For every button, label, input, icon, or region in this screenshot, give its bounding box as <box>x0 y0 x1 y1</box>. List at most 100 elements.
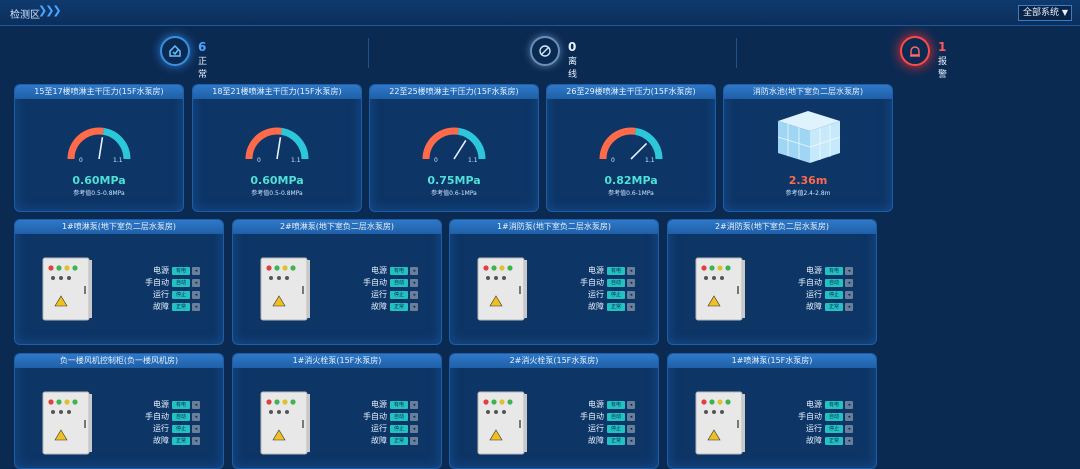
control-cabinet-icon <box>476 390 528 456</box>
status-extra-icon: ◂ <box>410 401 418 409</box>
status-value-badge: 正常 <box>607 303 625 311</box>
status-label: 电源 <box>806 266 822 275</box>
status-label: 故障 <box>806 436 822 445</box>
status-label: 运行 <box>806 290 822 299</box>
control-cabinet-card[interactable]: 1#消火栓泵(15F水泵房) 电源 有电 ◂ 手自动 自动 ◂ 运行 停止 ◂ 故障 <box>232 353 442 469</box>
stat-normal-count: 6 <box>198 40 207 54</box>
gauge-ref: 参考值0.5-0.8MPa <box>73 190 125 197</box>
offline-icon <box>530 36 560 66</box>
control-cabinet-icon <box>476 256 528 322</box>
status-value-badge: 有电 <box>607 401 625 409</box>
status-value-badge: 正常 <box>172 303 190 311</box>
status-extra-icon: ◂ <box>845 291 853 299</box>
gauge-arc-high <box>634 127 663 160</box>
gauge-value: 0.60MPa <box>72 174 126 187</box>
tank-ref: 参考值2.4-2.8m <box>785 190 831 197</box>
card-title: 22至25楼喷淋主干压力(15F水泵房) <box>370 85 538 99</box>
control-cabinet-card[interactable]: 2#消火栓泵(15F水泵房) 电源 有电 ◂ 手自动 自动 ◂ 运行 停止 ◂ 故障 <box>449 353 659 469</box>
control-cabinet-card[interactable]: 1#喷淋泵(地下室负二层水泵房) 电源 有电 ◂ 手自动 自动 ◂ 运行 停止 ◂ 故… <box>14 219 224 345</box>
gauge-arc-low <box>422 127 459 160</box>
gauge-value: 0.75MPa <box>427 174 481 187</box>
status-label: 手自动 <box>580 278 604 287</box>
tank-card[interactable]: 消防水池(地下室负二层水泵房) 2.36m 参考值2.4-2.8m <box>723 84 893 212</box>
status-value-badge: 自动 <box>172 413 190 421</box>
control-cabinet-card[interactable]: 2#喷淋泵(地下室负二层水泵房) 电源 有电 ◂ 手自动 自动 ◂ 运行 停止 ◂ 故… <box>232 219 442 345</box>
gauge-ref: 参考值0.6-1MPa <box>608 190 654 197</box>
stat-offline-label: 离线 <box>568 57 578 80</box>
status-extra-icon: ◂ <box>627 437 635 445</box>
gauge-max-label: 1.1 <box>291 157 301 164</box>
top-bar: 检测区 ❯❯❯ 全部系统 ▼ <box>0 0 1080 26</box>
gauge-max-label: 1.1 <box>113 157 123 164</box>
status-extra-icon: ◂ <box>627 401 635 409</box>
stat-alarm-label: 报警 <box>938 57 948 80</box>
tank-level-value: 2.36m <box>788 174 828 187</box>
gauge-card[interactable]: 15至17楼喷淋主干压力(15F水泵房) 0 1.1 0.60MPa 参考值0.5… <box>14 84 184 212</box>
card-title: 1#消火栓泵(15F水泵房) <box>233 354 441 368</box>
status-label: 运行 <box>153 290 169 299</box>
control-cabinet-card[interactable]: 2#消防泵(地下室负二层水泵房) 电源 有电 ◂ 手自动 自动 ◂ 运行 停止 ◂ 故… <box>667 219 877 345</box>
status-label: 手自动 <box>798 278 822 287</box>
gauge-ref: 参考值0.5-0.8MPa <box>251 190 303 197</box>
status-label: 运行 <box>371 424 387 433</box>
card-title: 2#喷淋泵(地下室负二层水泵房) <box>233 220 441 234</box>
gauge-arc-high <box>102 127 131 160</box>
control-cabinet-card[interactable]: 负一楼风机控制柜(负一楼风机房) 电源 有电 ◂ 手自动 自动 ◂ 运行 停止 ◂ 故… <box>14 353 224 469</box>
status-label: 手自动 <box>145 278 169 287</box>
status-extra-icon: ◂ <box>410 267 418 275</box>
gauge-min-label: 0 <box>434 157 438 164</box>
control-cabinet-card[interactable]: 1#消防泵(地下室负二层水泵房) 电源 有电 ◂ 手自动 自动 ◂ 运行 停止 ◂ 故… <box>449 219 659 345</box>
pressure-gauge: 0 1.1 <box>241 121 313 165</box>
gauge-card[interactable]: 26至29楼喷淋主干压力(15F水泵房) 0 1.1 0.82MPa 参考值0.6… <box>546 84 716 212</box>
status-label: 故障 <box>806 302 822 311</box>
gauge-ref: 参考值0.6-1MPa <box>431 190 477 197</box>
status-value-badge: 停止 <box>390 291 408 299</box>
status-value-badge: 正常 <box>390 437 408 445</box>
status-extra-icon: ◂ <box>845 267 853 275</box>
breadcrumb: 检测区 <box>10 10 40 21</box>
gauge-card[interactable]: 18至21楼喷淋主干压力(15F水泵房) 0 1.1 0.60MPa 参考值0.5… <box>192 84 362 212</box>
check-shield-icon <box>160 36 190 66</box>
water-tank-icon <box>770 107 846 165</box>
status-label: 电源 <box>371 400 387 409</box>
status-extra-icon: ◂ <box>192 291 200 299</box>
status-label: 故障 <box>153 302 169 311</box>
gauge-min-label: 0 <box>79 157 83 164</box>
status-value-badge: 正常 <box>607 437 625 445</box>
status-value-badge: 停止 <box>607 291 625 299</box>
status-label: 电源 <box>153 400 169 409</box>
divider <box>368 38 369 68</box>
gauge-value: 0.82MPa <box>604 174 658 187</box>
status-extra-icon: ◂ <box>845 425 853 433</box>
status-extra-icon: ◂ <box>845 401 853 409</box>
status-label: 电源 <box>588 400 604 409</box>
gauge-needle <box>453 139 467 160</box>
status-label: 电源 <box>371 266 387 275</box>
card-title: 1#消防泵(地下室负二层水泵房) <box>450 220 658 234</box>
status-label: 运行 <box>806 424 822 433</box>
status-label: 手自动 <box>363 278 387 287</box>
status-label: 故障 <box>153 436 169 445</box>
alarm-icon <box>900 36 930 66</box>
status-extra-icon: ◂ <box>192 413 200 421</box>
status-label: 故障 <box>588 302 604 311</box>
gauge-arc-low <box>599 127 636 160</box>
system-select[interactable]: 全部系统 ▼ <box>1018 5 1072 21</box>
stat-alarm-count: 1 <box>938 40 947 54</box>
status-extra-icon: ◂ <box>410 279 418 287</box>
control-cabinet-icon <box>41 256 93 322</box>
stat-normal-label: 正常 <box>198 57 208 80</box>
status-value-badge: 有电 <box>172 267 190 275</box>
control-cabinet-card[interactable]: 1#喷淋泵(15F水泵房) 电源 有电 ◂ 手自动 自动 ◂ 运行 停止 ◂ 故障 <box>667 353 877 469</box>
card-title: 消防水池(地下室负二层水泵房) <box>724 85 892 99</box>
gauge-card[interactable]: 22至25楼喷淋主干压力(15F水泵房) 0 1.1 0.75MPa 参考值0.6… <box>369 84 539 212</box>
status-value-badge: 自动 <box>390 279 408 287</box>
system-select-value: 全部系统 <box>1023 8 1060 18</box>
status-value-badge: 停止 <box>825 291 843 299</box>
control-cabinet-icon <box>259 390 311 456</box>
status-label: 电源 <box>806 400 822 409</box>
card-title: 负一楼风机控制柜(负一楼风机房) <box>15 354 223 368</box>
status-value-badge: 自动 <box>607 279 625 287</box>
gauge-max-label: 1.1 <box>468 157 478 164</box>
pressure-gauge: 0 1.1 <box>595 121 667 165</box>
